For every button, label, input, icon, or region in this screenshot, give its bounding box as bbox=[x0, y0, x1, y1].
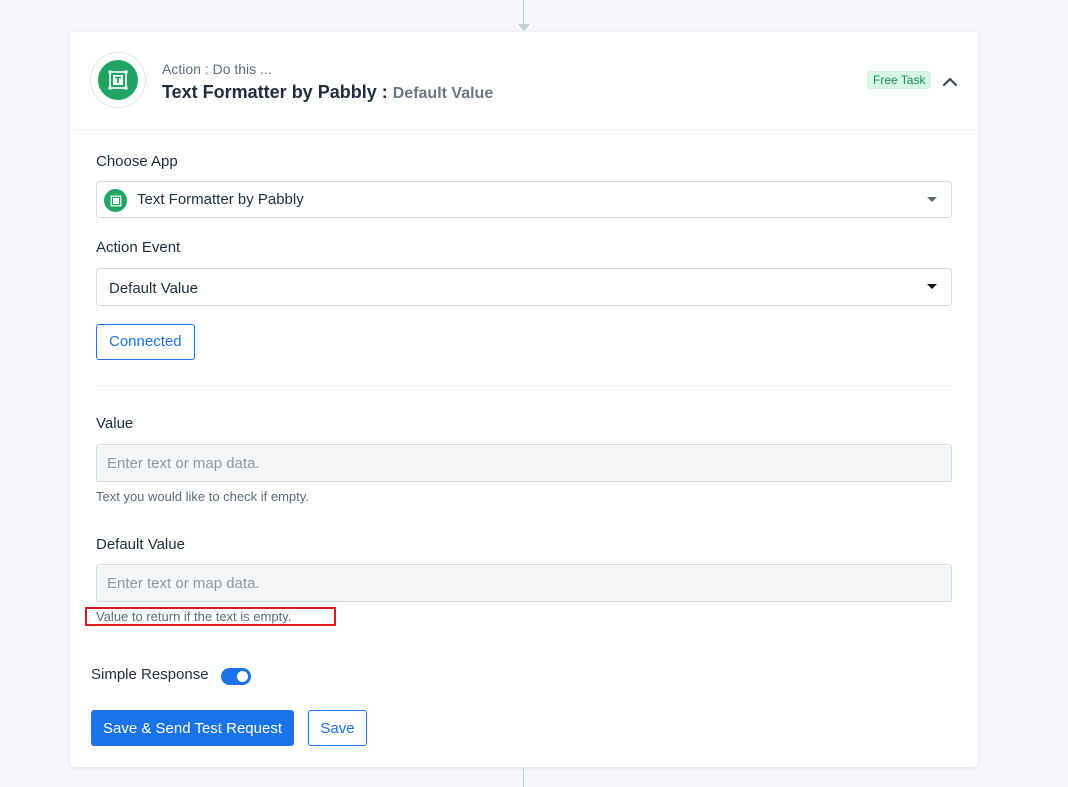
choose-app-label: Choose App bbox=[96, 153, 178, 170]
flow-connector-line bbox=[523, 0, 524, 26]
choose-app-select[interactable]: Text Formatter by Pabbly bbox=[96, 181, 952, 218]
action-event-value: Default Value bbox=[109, 280, 198, 297]
default-value-label: Default Value bbox=[96, 536, 185, 553]
action-step-card: Action : Do this ... Text Formatter by P… bbox=[70, 32, 978, 767]
chevron-up-icon[interactable] bbox=[940, 72, 960, 92]
action-event-label: Action Event bbox=[96, 239, 181, 256]
app-logo bbox=[90, 52, 146, 108]
value-input[interactable] bbox=[96, 444, 952, 482]
caret-down-icon bbox=[927, 284, 937, 289]
step-subtitle: Action : Do this ... bbox=[162, 61, 272, 77]
card-header[interactable]: Action : Do this ... Text Formatter by P… bbox=[70, 32, 978, 130]
simple-response-toggle[interactable] bbox=[221, 668, 251, 685]
step-title: Text Formatter by Pabbly : Default Value bbox=[162, 82, 493, 103]
action-event-select[interactable]: Default Value bbox=[96, 268, 952, 306]
choose-app-value: Text Formatter by Pabbly bbox=[137, 191, 304, 208]
text-formatter-logo-icon bbox=[98, 60, 138, 100]
connected-button[interactable]: Connected bbox=[96, 324, 195, 360]
save-send-test-button[interactable]: Save & Send Test Request bbox=[91, 710, 294, 746]
save-button[interactable]: Save bbox=[308, 710, 367, 746]
flow-connector-line bbox=[523, 768, 524, 787]
free-task-badge: Free Task bbox=[867, 71, 932, 89]
flow-connector-arrow-icon bbox=[518, 24, 530, 31]
default-value-input[interactable] bbox=[96, 564, 952, 602]
section-divider bbox=[96, 385, 952, 386]
caret-down-icon bbox=[927, 197, 937, 202]
step-app-name: Text Formatter by Pabbly : bbox=[162, 82, 388, 102]
simple-response-label: Simple Response bbox=[91, 666, 209, 683]
default-value-help-text: Value to return if the text is empty. bbox=[96, 609, 292, 624]
step-event-name: Default Value bbox=[392, 85, 494, 102]
toggle-knob bbox=[237, 671, 248, 682]
text-formatter-logo-icon bbox=[104, 189, 127, 212]
value-label: Value bbox=[96, 415, 134, 432]
value-help-text: Text you would like to check if empty. bbox=[96, 489, 309, 504]
